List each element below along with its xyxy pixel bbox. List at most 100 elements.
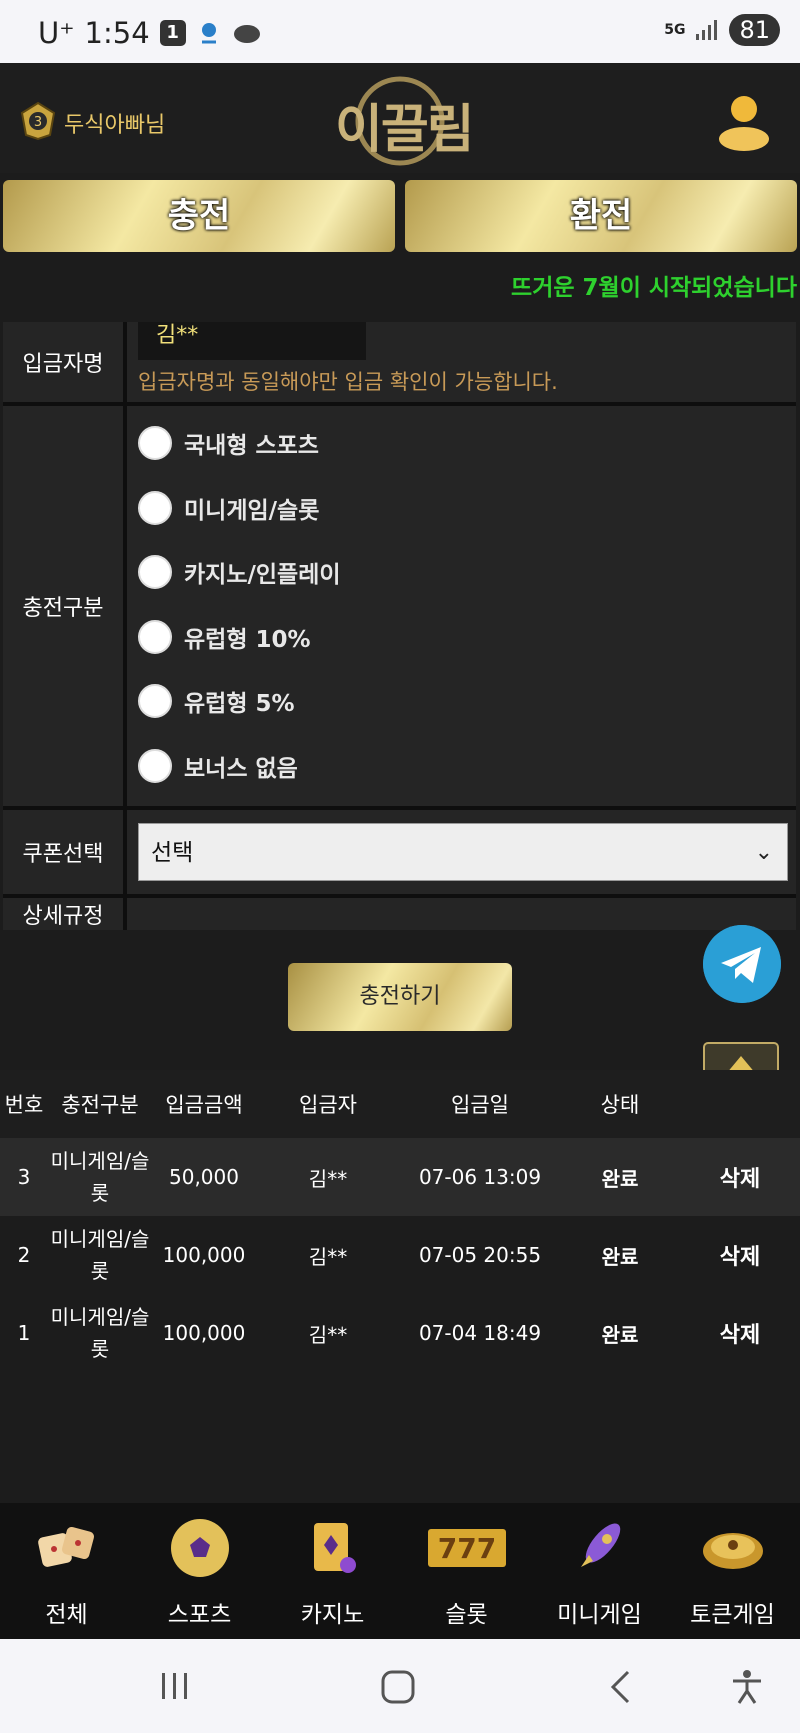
depositor-name-field[interactable]: 김** [138,322,366,360]
slot-777-icon: 777 [428,1529,506,1567]
coupon-label: 쿠폰선택 [3,810,127,894]
radio-option[interactable]: 보너스 없음 [138,749,298,783]
radio-button[interactable] [138,684,172,718]
row-date: 07-06 13:09 [418,1165,542,1189]
row-number: 1 [17,1321,31,1345]
radio-option[interactable]: 유럽형 10% [138,620,311,654]
radio-label: 보너스 없음 [184,756,298,782]
charge-type-row: 충전구분 국내형 스포츠 미니게임/슬롯 카지노/인플레이 유럽형 10% 유럽… [3,406,796,810]
nav-item-casino[interactable]: 카지노 [266,1503,399,1639]
svg-text:777: 777 [438,1532,496,1565]
table-header-cell [680,1070,800,1138]
radio-button[interactable] [138,491,172,525]
coupon-select[interactable]: 선택 ⌄ [138,823,788,881]
tab-charge[interactable]: 충전 [3,180,395,252]
table-header-cell: 상태 [600,1093,640,1117]
row-amount: 100,000 [162,1321,246,1345]
row-date: 07-04 18:49 [418,1321,542,1345]
depositor-row: 입금자명 김** 입금자명과 동일해야만 입금 확인이 가능합니다. [3,322,796,406]
table-row: 2 미니게임/슬롯 100,000 김** 07-05 20:55 완료 삭제 [0,1216,800,1294]
nav-item-minigame[interactable]: 미니게임 [533,1503,666,1639]
delete-button[interactable]: 삭제 [680,1294,800,1372]
nav-label: 미니게임 [557,1602,642,1628]
telegram-icon[interactable] [703,925,781,1003]
table-row: 1 미니게임/슬롯 100,000 김** 07-04 18:49 완료 삭제 [0,1294,800,1372]
depositor-label: 입금자명 [3,322,127,402]
table-header: 번호 충전구분 입금금액 입금자 입금일 상태 [0,1070,800,1138]
row-status: 완료 [601,1166,639,1191]
nav-label: 슬롯 [445,1602,488,1628]
row-date: 07-05 20:55 [418,1243,542,1267]
row-depositor: 김** [308,1166,348,1191]
username[interactable]: 두식아빠님 [64,107,165,139]
radio-button[interactable] [138,555,172,589]
location-icon [201,23,216,44]
delete-button[interactable]: 삭제 [680,1138,800,1216]
nav-label: 카지노 [300,1602,365,1628]
coupon-row: 쿠폰선택 선택 ⌄ [3,810,796,898]
signal-icon [696,20,718,40]
carrier-label: U⁺ [38,16,75,50]
level-badge-icon: 3 [20,101,56,141]
app-header: 3 두식아빠님 이끌림 [0,63,800,173]
nav-label: 전체 [45,1602,88,1628]
nav-label: 스포츠 [167,1602,232,1628]
nav-item-all[interactable]: 전체 [0,1503,133,1639]
cloud-icon [233,25,260,43]
row-status: 완료 [601,1322,639,1347]
row-number: 2 [17,1243,31,1267]
cards-icon [314,1523,356,1573]
row-depositor: 김** [308,1322,348,1347]
profile-icon[interactable] [716,91,772,151]
chevron-down-icon: ⌄ [754,840,773,865]
nav-item-sports[interactable]: 스포츠 [133,1503,266,1639]
charge-history-table: 번호 충전구분 입금금액 입금자 입금일 상태 3 미니게임/슬롯 50,000… [0,1070,800,1372]
nav-label: 토큰게임 [690,1602,775,1628]
radio-label: 유럽형 10% [184,627,311,653]
charge-form: 입금자명 김** 입금자명과 동일해야만 입금 확인이 가능합니다. 충전구분 … [3,322,796,930]
nav-item-slot[interactable]: 777 슬롯 [400,1503,533,1639]
radio-label: 카지노/인플레이 [184,562,341,588]
tab-exchange[interactable]: 환전 [405,180,797,252]
row-charge-type: 미니게임/슬롯 [50,1149,150,1205]
nav-item-token-game[interactable]: 토큰게임 [666,1503,799,1639]
status-right: 5G 81 [664,14,780,46]
back-icon[interactable] [608,1669,634,1705]
system-nav-bar [0,1639,800,1733]
row-number: 3 [17,1165,31,1189]
logo[interactable]: 이끌림 [335,87,475,162]
radio-button[interactable] [138,749,172,783]
rules-row: 상세규정 [3,898,796,930]
soccer-ball-icon [171,1519,229,1577]
radio-option[interactable]: 유럽형 5% [138,684,295,718]
delete-button[interactable]: 삭제 [680,1216,800,1294]
radio-option[interactable]: 카지노/인플레이 [138,555,341,589]
radio-label: 국내형 스포츠 [184,433,319,459]
status-left: U⁺ 1:54 1 [38,16,262,50]
depositor-help-text: 입금자명과 동일해야만 입금 확인이 가능합니다. [138,370,558,394]
dice-icon [38,1526,95,1567]
recent-apps-icon[interactable] [158,1669,192,1703]
coupon-select-value: 선택 [151,840,194,866]
svg-text:3: 3 [34,115,42,130]
radio-option[interactable]: 국내형 스포츠 [138,426,319,460]
table-header-cell: 번호 [4,1093,44,1117]
home-icon[interactable] [380,1669,416,1705]
radio-option[interactable]: 미니게임/슬롯 [138,491,319,525]
network-label: 5G [664,22,686,38]
accessibility-icon[interactable] [730,1669,764,1705]
radio-button[interactable] [138,620,172,654]
bottom-nav: 전체 스포츠 카지노 777 슬롯 미니게임 토큰게임 [0,1503,800,1639]
notification-badge: 1 [159,20,186,46]
row-charge-type: 미니게임/슬롯 [50,1227,150,1283]
row-amount: 50,000 [169,1165,239,1189]
row-status: 완료 [601,1244,639,1269]
table-header-cell: 충전구분 [61,1093,139,1117]
radio-label: 유럽형 5% [184,691,295,717]
status-bar: U⁺ 1:54 1 5G 81 [0,0,800,63]
charge-submit-button[interactable]: 충전하기 [288,963,512,1031]
roulette-icon [703,1533,763,1569]
radio-button[interactable] [138,426,172,460]
clock: 1:54 [84,16,150,50]
row-charge-type: 미니게임/슬롯 [50,1305,150,1361]
